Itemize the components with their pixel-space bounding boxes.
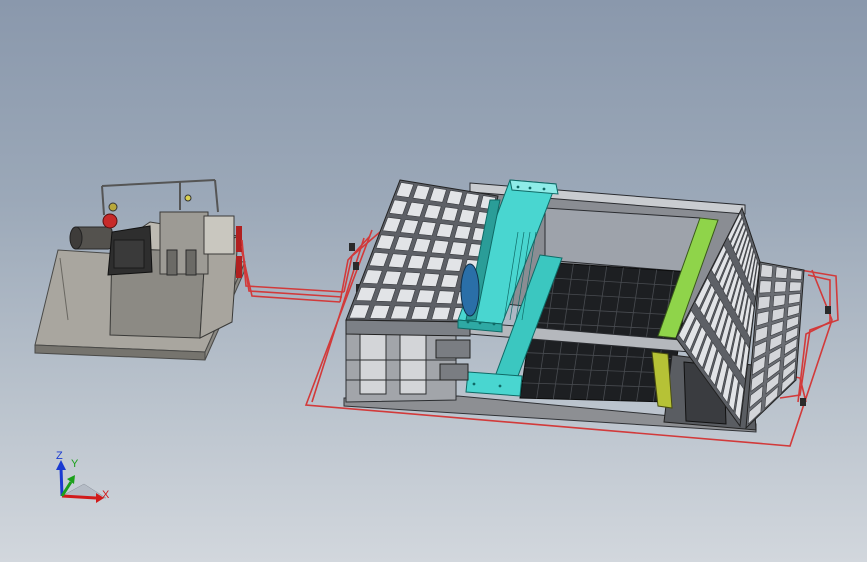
frame-tile	[449, 241, 468, 256]
frame-tile	[444, 257, 464, 272]
frame-tile	[760, 263, 774, 278]
frame-tile	[789, 268, 803, 280]
frame-tile	[775, 266, 788, 279]
y-axis-label: Y	[71, 458, 79, 470]
frame-tile	[772, 294, 786, 308]
frame-tile	[773, 280, 787, 293]
coordinate-triad[interactable]: Z Y X	[44, 446, 124, 516]
cad-viewport[interactable]: Z Y X	[0, 0, 867, 562]
assembly-model[interactable]	[0, 0, 867, 562]
frame-tile	[440, 274, 460, 288]
x-axis-label: X	[102, 489, 110, 501]
frame-tile	[431, 306, 451, 321]
z-axis-label: Z	[56, 450, 63, 462]
z-axis-arrow	[59, 467, 64, 497]
frame-tile	[757, 295, 771, 310]
frame-tile	[758, 280, 772, 294]
tile-frame-panel	[345, 319, 471, 337]
x-axis-arrow	[61, 494, 97, 500]
hydraulic-power-unit[interactable]	[34, 179, 246, 361]
frame-tile	[787, 293, 801, 305]
press-frame[interactable]	[343, 179, 805, 433]
frame-tile	[435, 290, 455, 304]
frame-tile	[788, 281, 802, 292]
